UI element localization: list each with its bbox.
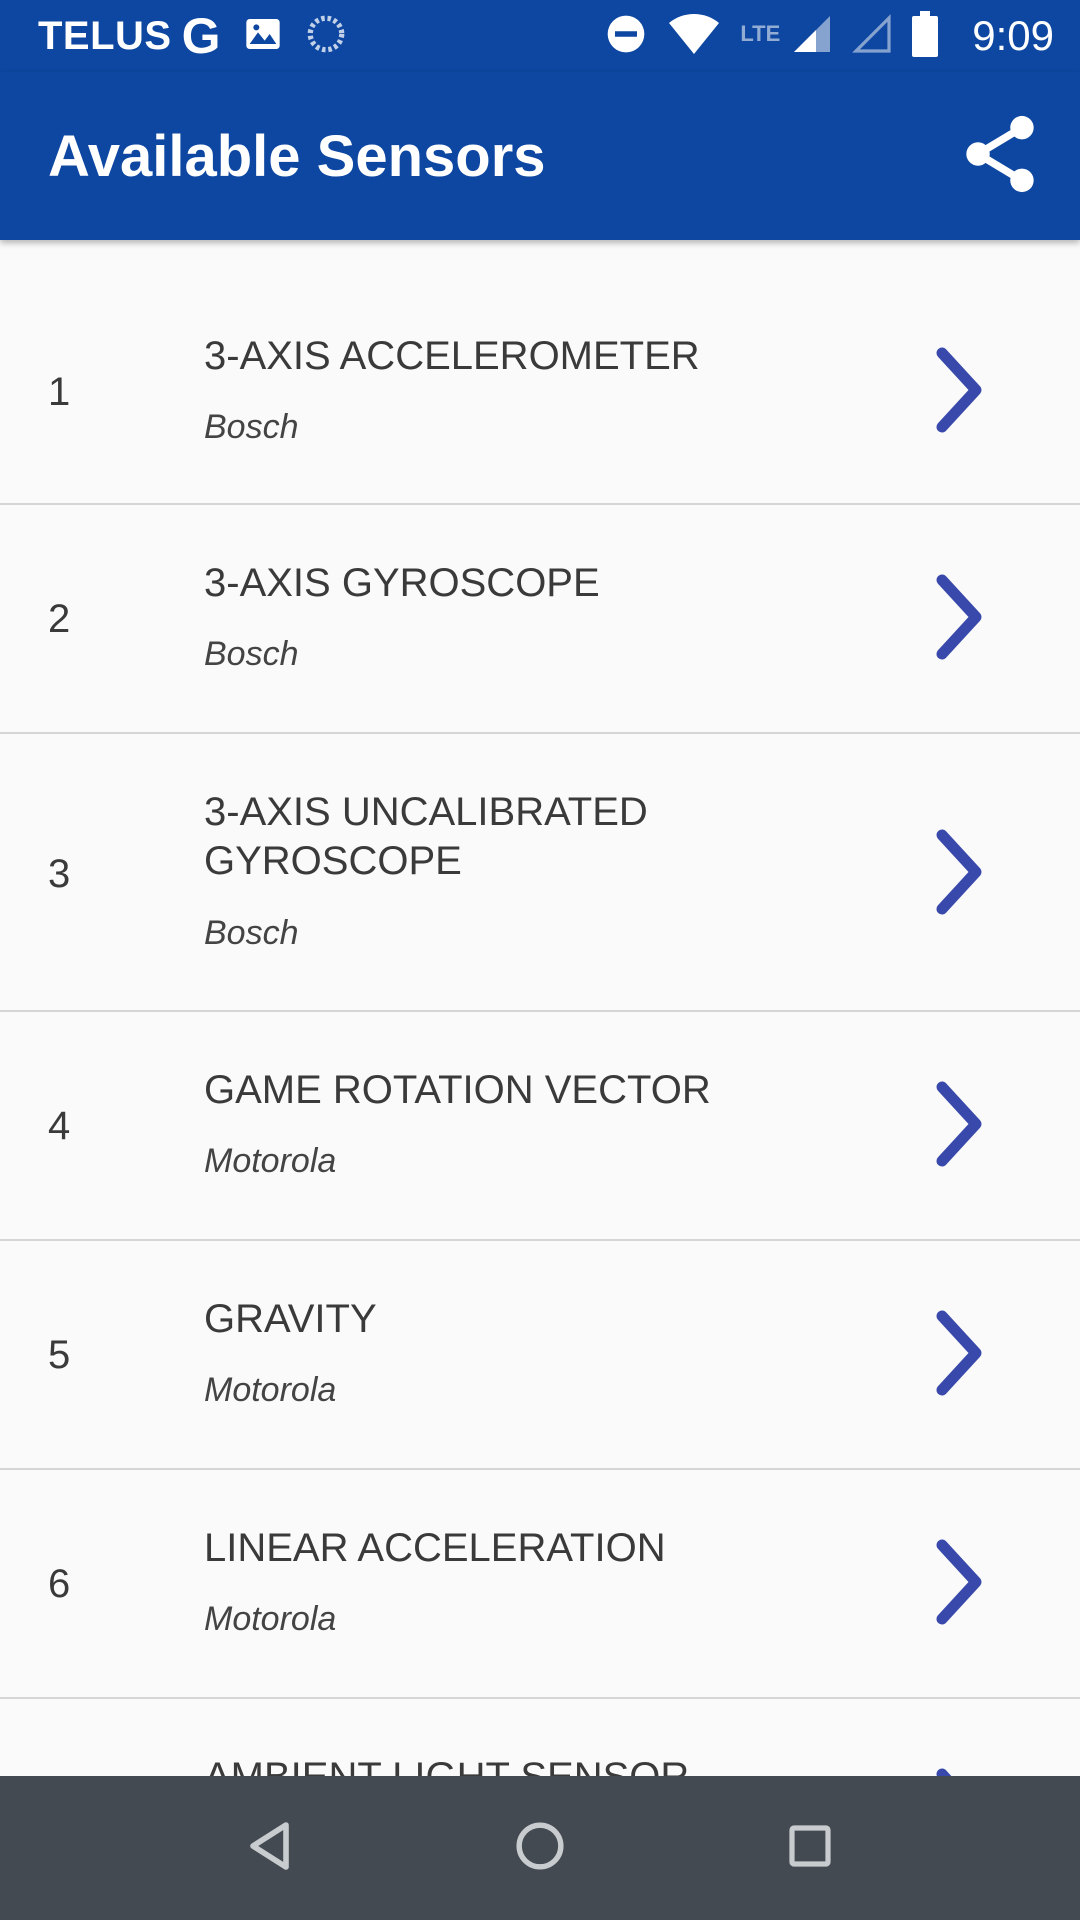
navigation-bar [0,1776,1080,1920]
sensor-row-2[interactable]: 2 3-AXIS GYROSCOPE Bosch [0,505,1080,734]
page-title: Available Sensors [48,123,546,189]
sensor-row-6[interactable]: 6 LINEAR ACCELERATION Motorola [0,1470,1080,1699]
network-type: LTE [740,20,781,46]
home-icon [515,1821,565,1876]
sensor-row-1[interactable]: 1 3-AXIS ACCELEROMETER Bosch [0,276,1080,505]
chevron-right-icon[interactable] [928,1305,992,1401]
sensor-name: GAME ROTATION VECTOR [204,1068,711,1112]
share-icon [961,113,1039,200]
image-icon [243,14,283,59]
carrier: TELUS G [38,7,221,65]
sensor-list[interactable]: 1 3-AXIS ACCELEROMETER Bosch 2 3-AXIS GY… [0,240,1080,1776]
sensor-vendor: Bosch [204,408,299,446]
chevron-right-icon[interactable] [928,1076,992,1172]
sensor-index: 3 [48,852,71,896]
sensor-index: 4 [48,1104,71,1148]
recents-icon [788,1824,832,1873]
sensor-vendor: Motorola [204,1371,337,1409]
sensor-name: 3-AXIS GYROSCOPE [204,561,600,605]
sensor-name: 3-AXIS UNCALIBRATED GYROSCOPE [204,790,648,883]
sensor-row-5[interactable]: 5 GRAVITY Motorola [0,1241,1080,1470]
sensor-vendor: Bosch [204,635,299,673]
sensor-name: GRAVITY [204,1297,377,1341]
chevron-right-icon[interactable] [928,1763,992,1776]
sensor-index: 2 [48,597,71,641]
sensor-name: 3-AXIS ACCELEROMETER [204,334,700,378]
signal-icon [792,14,832,59]
sensor-row-7[interactable]: 7 AMBIENT LIGHT SENSOR [0,1699,1080,1776]
signal-empty-icon [852,13,892,59]
app-bar: Available Sensors [0,72,1080,240]
back-icon [246,1820,294,1877]
chevron-right-icon[interactable] [928,569,992,665]
status-right: LTE 9:09 [604,10,1054,62]
back-button[interactable] [222,1800,318,1896]
sensor-index: 6 [48,1562,71,1606]
recents-button[interactable] [762,1800,858,1896]
chevron-right-icon[interactable] [928,342,992,438]
battery-icon [912,10,939,62]
sensor-index: 5 [48,1333,71,1377]
do-not-disturb-icon [604,12,648,61]
sensor-vendor: Motorola [204,1142,337,1180]
wifi-icon [668,12,720,61]
sensor-vendor: Motorola [204,1600,337,1638]
share-button[interactable] [954,110,1046,202]
sensor-row-3[interactable]: 3 3-AXIS UNCALIBRATED GYROSCOPE Bosch [0,734,1080,1012]
sensor-vendor: Bosch [204,914,299,952]
status-left: TELUS G [38,7,347,65]
sensor-index: 1 [48,370,71,414]
network-mark: G [181,8,222,64]
sync-icon [305,13,347,60]
chevron-right-icon[interactable] [928,824,992,920]
status-bar: TELUS G LTE 9:09 [0,0,1080,72]
sensor-row-4[interactable]: 4 GAME ROTATION VECTOR Motorola [0,1012,1080,1241]
carrier-name: TELUS [38,13,172,58]
clock: 9:09 [972,12,1054,59]
sensor-name: AMBIENT LIGHT SENSOR [204,1753,764,1776]
chevron-right-icon[interactable] [928,1534,992,1630]
home-button[interactable] [492,1800,588,1896]
sensor-name: LINEAR ACCELERATION [204,1526,666,1570]
list-top-spacer [0,240,1080,276]
